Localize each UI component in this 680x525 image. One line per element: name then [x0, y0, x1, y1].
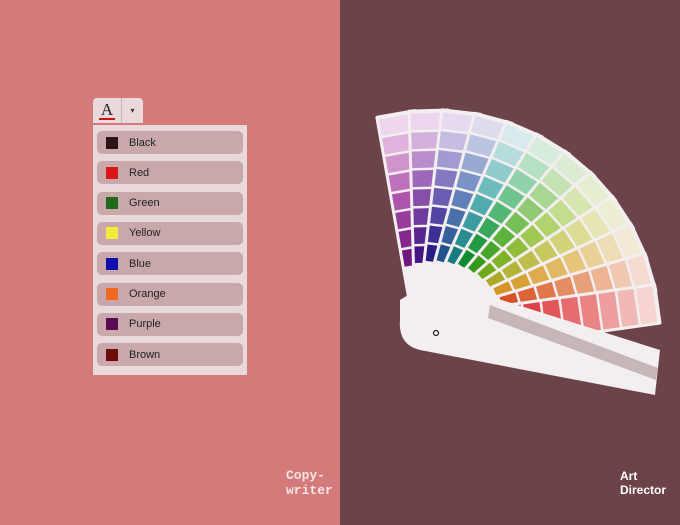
color-swatch — [106, 348, 118, 361]
font-glyph: A — [100, 99, 114, 119]
color-label: Brown — [129, 348, 161, 361]
color-swatch — [106, 318, 118, 331]
color-swatch — [106, 257, 118, 270]
color-label: Black — [129, 136, 156, 149]
color-option-green[interactable]: Green — [97, 191, 243, 215]
font-color-icon[interactable]: A — [93, 98, 122, 123]
color-swatch — [106, 166, 118, 179]
color-option-black[interactable]: Black — [97, 131, 243, 154]
color-option-red[interactable]: Red — [97, 161, 243, 185]
font-color-button[interactable]: A ▾ — [93, 98, 143, 123]
color-swatch — [106, 227, 118, 240]
color-swatch — [106, 288, 118, 300]
caption-line: Copy- — [286, 468, 326, 483]
font-color-underline — [99, 117, 115, 120]
color-label: Red — [129, 166, 150, 179]
color-option-yellow[interactable]: Yellow — [97, 221, 243, 245]
color-label: Yellow — [129, 227, 161, 240]
chevron-down-icon[interactable]: ▾ — [122, 98, 143, 123]
color-label: Green — [129, 197, 160, 210]
copywriter-caption: Copy- writer — [286, 468, 333, 498]
color-swatch — [106, 136, 118, 149]
color-label: Blue — [129, 257, 152, 270]
color-swatch — [106, 197, 118, 210]
color-label: Orange — [129, 288, 166, 300]
color-dropdown-menu: Black Red Green Yellow Blue Orange Purple Brown — [93, 125, 247, 375]
color-option-blue[interactable]: Blue — [97, 252, 243, 276]
color-option-purple[interactable]: Purple — [97, 312, 243, 336]
swatch-fan — [375, 108, 662, 395]
color-option-orange[interactable]: Orange — [97, 282, 243, 306]
color-option-brown[interactable]: Brown — [97, 343, 243, 367]
caption-line: writer — [286, 483, 333, 498]
color-label: Purple — [129, 318, 161, 331]
